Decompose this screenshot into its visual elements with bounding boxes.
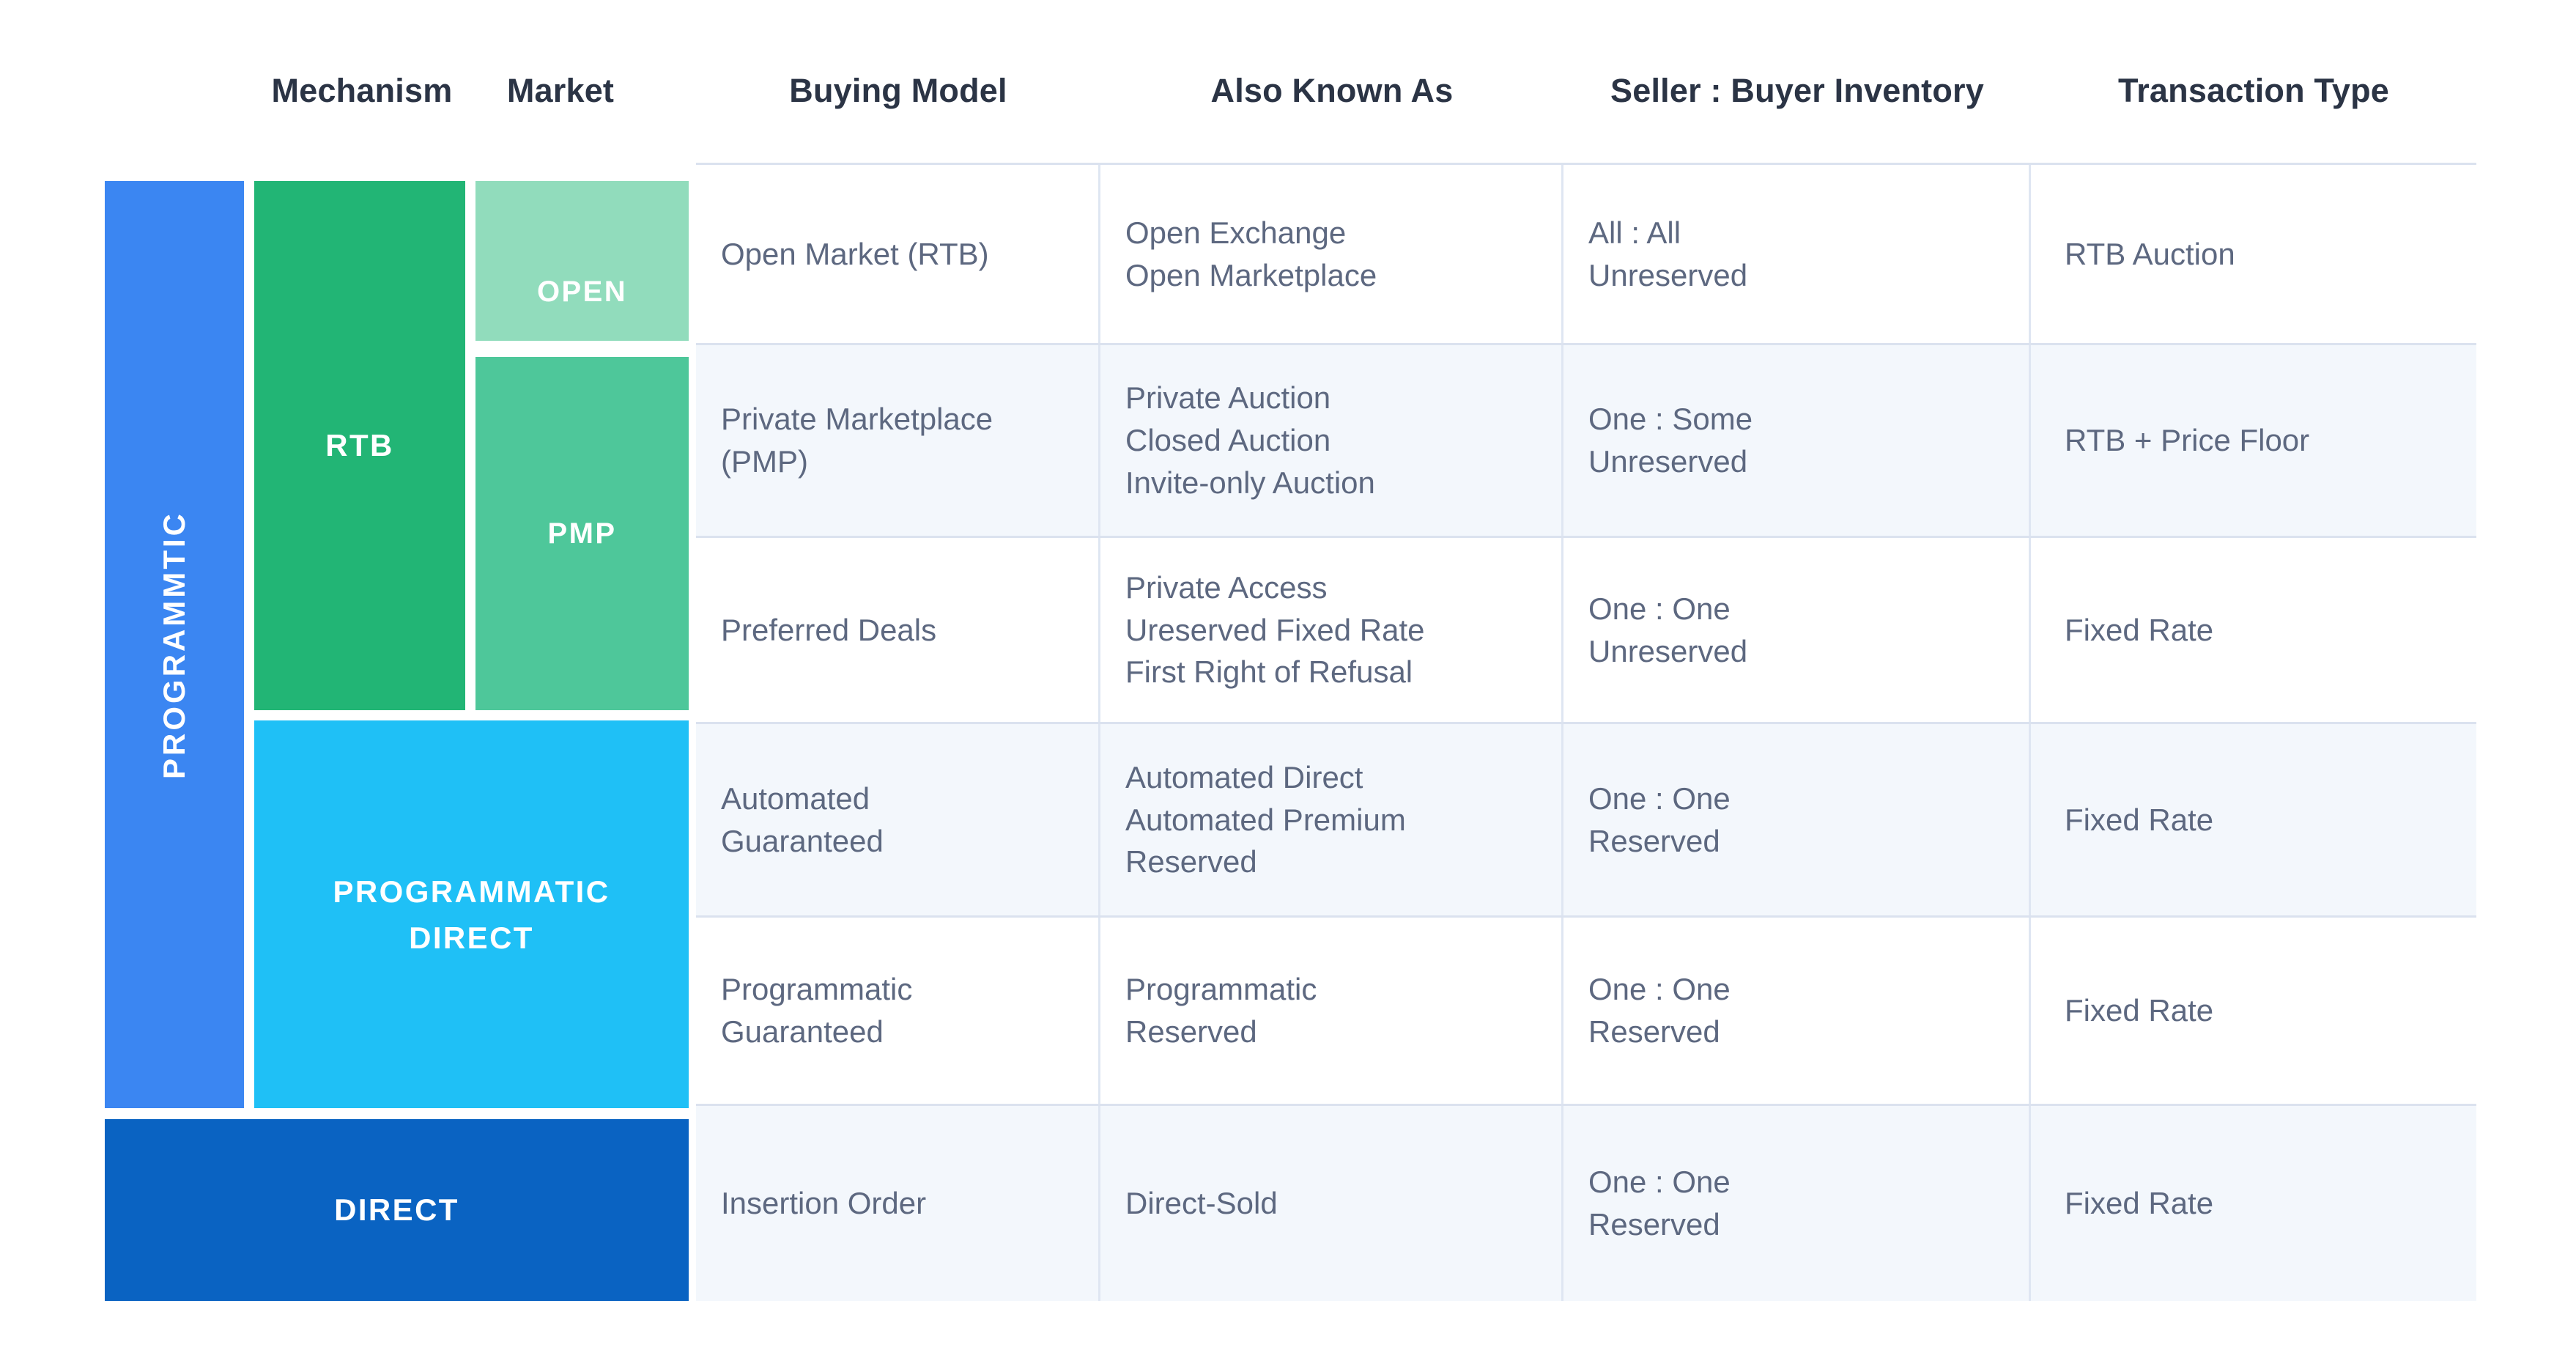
block-pmp-label: PMP — [547, 517, 617, 550]
cell-buying-model: Programmatic Guaranteed — [696, 918, 1100, 1104]
cell-inventory: One : One Reserved — [1563, 724, 2031, 915]
cell-line: Private Auction — [1125, 380, 1331, 416]
cell-line: Automated — [721, 781, 870, 816]
block-pmp: PMP — [475, 357, 689, 710]
cell-line: Fixed Rate — [2065, 612, 2214, 647]
cell-line: One : One — [1588, 591, 1731, 626]
block-programmatic-direct-line2: DIRECT — [409, 920, 534, 955]
block-rtb-label: RTB — [325, 428, 394, 462]
cell-transaction-type: Fixed Rate — [2031, 1106, 2476, 1301]
buying-models-table: Open Market (RTB) Open Exchange Open Mar… — [696, 163, 2476, 1301]
cell-line: Reserved — [1125, 1014, 1257, 1049]
cell-inventory: One : One Reserved — [1563, 918, 2031, 1104]
cell-line: Guaranteed — [721, 1014, 884, 1049]
column-header-also-known-as: Also Known As — [1210, 72, 1454, 109]
cell-line: Automated Direct — [1125, 759, 1363, 794]
cell-also-known-as: Private Access Ureserved Fixed Rate Firs… — [1100, 538, 1563, 722]
cell-line: (PMP) — [721, 444, 808, 479]
block-direct-label: DIRECT — [334, 1192, 459, 1227]
cell-transaction-type: RTB Auction — [2031, 165, 2476, 343]
cell-line: Programmatic — [721, 972, 913, 1007]
cell-line: Preferred Deals — [721, 612, 937, 647]
cell-transaction-type: Fixed Rate — [2031, 918, 2476, 1104]
cell-transaction-type: Fixed Rate — [2031, 538, 2476, 722]
block-direct: DIRECT — [105, 1119, 689, 1301]
cell-line: Direct-Sold — [1125, 1186, 1278, 1221]
cell-buying-model: Private Marketplace (PMP) — [696, 345, 1100, 536]
cell-also-known-as: Open Exchange Open Marketplace — [1100, 165, 1563, 343]
cell-transaction-type: RTB + Price Floor — [2031, 345, 2476, 536]
table-row: Automated Guaranteed Automated Direct Au… — [696, 724, 2476, 918]
cell-line: All : All — [1588, 215, 1681, 250]
cell-line: Automated Premium — [1125, 802, 1406, 837]
cell-line: RTB + Price Floor — [2065, 423, 2310, 458]
cell-line: Closed Auction — [1125, 423, 1331, 458]
cell-line: One : One — [1588, 972, 1731, 1007]
cell-transaction-type: Fixed Rate — [2031, 724, 2476, 915]
cell-line: Guaranteed — [721, 823, 884, 858]
cell-also-known-as: Programmatic Reserved — [1100, 918, 1563, 1104]
block-programmatic-direct-line1: PROGRAMMATIC — [333, 874, 610, 909]
cell-line: Reserved — [1588, 823, 1720, 858]
cell-line: RTB Auction — [2065, 236, 2235, 271]
table-row: Programmatic Guaranteed Programmatic Res… — [696, 918, 2476, 1106]
cell-line: Programmatic — [1125, 972, 1317, 1007]
column-header-buying-model: Buying Model — [789, 72, 1007, 109]
table-row: Preferred Deals Private Access Ureserved… — [696, 538, 2476, 724]
block-open: OPEN — [475, 181, 689, 341]
cell-also-known-as: Direct-Sold — [1100, 1106, 1563, 1301]
cell-line: First Right of Refusal — [1125, 654, 1413, 690]
cell-line: Insertion Order — [721, 1186, 927, 1221]
cell-line: One : One — [1588, 1165, 1731, 1200]
cell-line: Fixed Rate — [2065, 1186, 2214, 1221]
cell-inventory: One : One Unreserved — [1563, 538, 2031, 722]
cell-line: Unreserved — [1588, 444, 1748, 479]
cell-buying-model: Insertion Order — [696, 1106, 1100, 1301]
cell-line: Reserved — [1125, 844, 1257, 879]
cell-line: Private Access — [1125, 569, 1328, 605]
block-open-label: OPEN — [537, 276, 627, 308]
mechanism-market-block-diagram: PROGRAMMTIC RTB OPEN PMP PROGRAMMATIC DI… — [0, 0, 696, 1372]
block-programmatic-label: PROGRAMMTIC — [157, 510, 191, 779]
block-programmatic-direct: PROGRAMMATIC DIRECT — [254, 720, 689, 1108]
table-row: Open Market (RTB) Open Exchange Open Mar… — [696, 165, 2476, 345]
cell-line: Ureserved Fixed Rate — [1125, 612, 1425, 647]
block-rtb: RTB — [254, 181, 465, 710]
column-header-seller-buyer-inventory: Seller : Buyer Inventory — [1610, 72, 1984, 109]
block-programmatic-direct-label: PROGRAMMATIC DIRECT — [333, 868, 610, 961]
cell-buying-model: Open Market (RTB) — [696, 165, 1100, 343]
cell-line: Invite-only Auction — [1125, 465, 1375, 500]
cell-line: Open Market (RTB) — [721, 236, 989, 271]
cell-line: Open Marketplace — [1125, 257, 1377, 292]
cell-line: One : One — [1588, 781, 1731, 816]
cell-inventory: All : All Unreserved — [1563, 165, 2031, 343]
cell-line: Fixed Rate — [2065, 993, 2214, 1028]
cell-line: Reserved — [1588, 1014, 1720, 1049]
block-programmatic: PROGRAMMTIC — [105, 181, 244, 1108]
cell-buying-model: Preferred Deals — [696, 538, 1100, 722]
table-row: Private Marketplace (PMP) Private Auctio… — [696, 345, 2476, 538]
cell-also-known-as: Private Auction Closed Auction Invite-on… — [1100, 345, 1563, 536]
cell-also-known-as: Automated Direct Automated Premium Reser… — [1100, 724, 1563, 915]
cell-line: Open Exchange — [1125, 215, 1347, 250]
cell-buying-model: Automated Guaranteed — [696, 724, 1100, 915]
cell-line: Reserved — [1588, 1207, 1720, 1242]
cell-inventory: One : Some Unreserved — [1563, 345, 2031, 536]
table-row: Insertion Order Direct-Sold One : One Re… — [696, 1106, 2476, 1301]
cell-line: Private Marketplace — [721, 402, 993, 437]
cell-line: Fixed Rate — [2065, 802, 2214, 837]
cell-line: One : Some — [1588, 402, 1753, 437]
cell-line: Unreserved — [1588, 257, 1748, 292]
cell-line: Unreserved — [1588, 633, 1748, 668]
cell-inventory: One : One Reserved — [1563, 1106, 2031, 1301]
column-header-transaction-type: Transaction Type — [2118, 72, 2389, 109]
